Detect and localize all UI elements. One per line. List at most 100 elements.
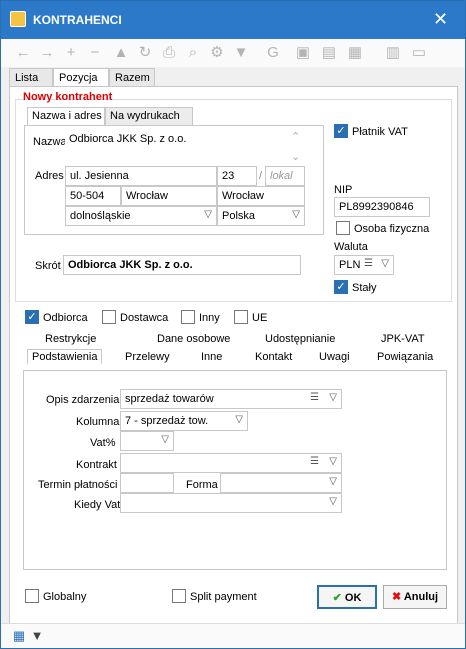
ok-button[interactable]: ✔ OK [317,585,377,609]
document-icon[interactable]: ▦ [345,43,365,63]
name-input[interactable]: Odbiorca JKK Sp. z o.o. [65,130,301,168]
tab-jpk-vat[interactable]: JPK-VAT [381,333,425,345]
print-icon[interactable]: ⎙ [159,43,179,63]
add-icon[interactable]: + [61,43,81,63]
chevron-down-icon: ▽ [161,434,169,445]
unit-input[interactable]: lokal [265,166,305,186]
chevron-down-icon: ▽ [329,496,337,507]
kolumna-value: 7 - sprzedaż tow. [125,415,209,427]
title-bar: KONTRAHENCI ✕ [1,1,465,39]
tab-przelewy[interactable]: Przelewy [125,351,170,363]
zoom-icon[interactable]: ⌕ [183,43,203,63]
region-select[interactable]: dolnośląskie ▽ [65,206,217,226]
country-select[interactable]: Polska ▽ [217,206,305,226]
kolumna-select[interactable]: 7 - sprzedaż tow. ▽ [120,411,248,431]
scroll-down-icon[interactable]: ⌄ [291,150,300,163]
arrow-right-icon[interactable]: → [37,43,57,63]
x-icon: ✖ [391,591,404,603]
osoba-fizyczna-label: Osoba fizyczna [354,223,430,235]
tab-udostepnianie[interactable]: Udostępnianie [265,333,335,345]
post-city-input[interactable]: Wrocław [217,186,305,206]
chevron-down-icon: ▽ [329,392,337,403]
podstawienia-panel: Opis zdarzenia sprzedaż towarów ☰ ▽ Kolumn… [23,370,447,570]
app-icon [10,11,26,27]
staly-checkbox[interactable]: ✓ [334,280,348,294]
inny-checkbox[interactable] [181,310,195,324]
refresh-icon[interactable]: ↻ [135,43,155,63]
odbiorca-checkbox[interactable]: ✓ [25,310,39,324]
country-value: Polska [222,210,256,222]
dostawca-label: Dostawca [120,312,169,324]
split-payment-checkbox[interactable] [172,589,186,603]
slash-separator: / [259,170,263,182]
check-icon: ✔ [332,592,345,604]
name-label: Nazwa [33,136,67,148]
arrow-left-icon[interactable]: ← [13,43,33,63]
tab-uwagi[interactable]: Uwagi [319,351,350,363]
vat-select[interactable]: ▽ [120,431,174,451]
nip-input[interactable]: PL8992390846 [334,197,430,217]
dostawca-checkbox[interactable] [102,310,116,324]
kiedy-vat-label: Kiedy Vat [74,499,121,511]
waluta-select[interactable]: PLN ☰ ▽ [334,255,394,275]
postcode-input[interactable]: 50-504 [65,186,121,206]
tab-dane-osobowe[interactable]: Dane osobowe [157,333,230,345]
tab-powiazania[interactable]: Powiązania [377,351,433,363]
number-input[interactable]: 23 [217,166,257,186]
gus-icon[interactable]: G [263,43,283,63]
kontrakt-label: Kontrakt [76,459,117,471]
remove-icon[interactable]: − [85,43,105,63]
window-title: KONTRAHENCI [33,13,122,27]
region-value: dolnośląskie [70,210,131,222]
street-input[interactable]: ul. Jesienna [65,166,217,186]
dialog-window: KONTRAHENCI ✕ ← → + − ▲ ↻ ⎙ ⌕ ⚙ ▼ G ▣ ▤ … [0,0,466,649]
clipboard-icon[interactable]: ▤ [319,43,339,63]
columns-icon[interactable]: ▥ [383,43,403,63]
kiedy-vat-select[interactable]: ▽ [120,493,342,513]
tab-pozycja[interactable]: Pozycja [53,68,109,87]
ue-checkbox[interactable] [234,310,248,324]
table-icon[interactable]: ▦ [9,626,29,646]
divider [15,301,452,302]
list-icon: ☰ [310,456,319,467]
subtab-nazwa-adres[interactable]: Nazwa i adres [27,107,105,125]
close-icon[interactable]: ✕ [433,9,448,30]
gear-icon[interactable]: ⚙ [207,43,227,63]
address-box: Nazwa Odbiorca JKK Sp. z o.o. ⌃ ⌄ Adres … [24,125,324,235]
tab-restrykcje[interactable]: Restrykcje [45,333,96,345]
warning-icon[interactable]: ▲ [111,43,131,63]
chevron-down-icon: ▽ [235,414,243,425]
kontrakt-input[interactable]: ☰ ▽ [120,453,342,473]
chevron-down-icon: ▽ [329,456,337,467]
chevron-down-icon: ▽ [204,209,212,220]
scroll-up-icon[interactable]: ⌃ [291,130,300,143]
vat-label: Vat% [90,437,116,449]
tab-inne[interactable]: Inne [201,351,222,363]
platnik-vat-checkbox[interactable]: ✓ [334,124,348,138]
monitor-icon[interactable]: ▭ [409,43,429,63]
tab-lista[interactable]: Lista [9,68,53,87]
section-title: Nowy kontrahent [23,91,113,103]
status-bar: ▦ ▼ [1,623,465,648]
termin-label: Termin płatności [38,479,118,491]
forma-select[interactable]: ▽ [220,473,342,493]
filter-icon[interactable]: ▼ [27,626,47,646]
opis-input[interactable]: sprzedaż towarów ☰ ▽ [120,389,342,409]
globalny-checkbox[interactable] [25,589,39,603]
city-input[interactable]: Wrocław [121,186,217,206]
tab-razem[interactable]: Razem [109,68,155,87]
ue-label: UE [252,312,268,324]
address-label: Adres [35,170,64,182]
termin-input[interactable] [120,473,174,493]
osoba-fizyczna-checkbox[interactable] [336,221,350,235]
tab-kontakt[interactable]: Kontakt [255,351,292,363]
tab-podstawienia[interactable]: Podstawienia [27,349,103,364]
cancel-button[interactable]: ✖ Anuluj [383,585,447,609]
skrot-input[interactable]: Odbiorca JKK Sp. z o.o. [63,255,301,275]
ok-label: OK [344,592,362,604]
contact-card-icon[interactable]: ▣ [293,43,313,63]
toolbar: ← → + − ▲ ↻ ⎙ ⌕ ⚙ ▼ G ▣ ▤ ▦ ▥ ▭ [1,39,465,67]
subtab-na-wydrukach[interactable]: Na wydrukach [105,107,193,125]
nip-label: NIP [334,184,353,196]
filter-icon[interactable]: ▼ [231,43,251,63]
